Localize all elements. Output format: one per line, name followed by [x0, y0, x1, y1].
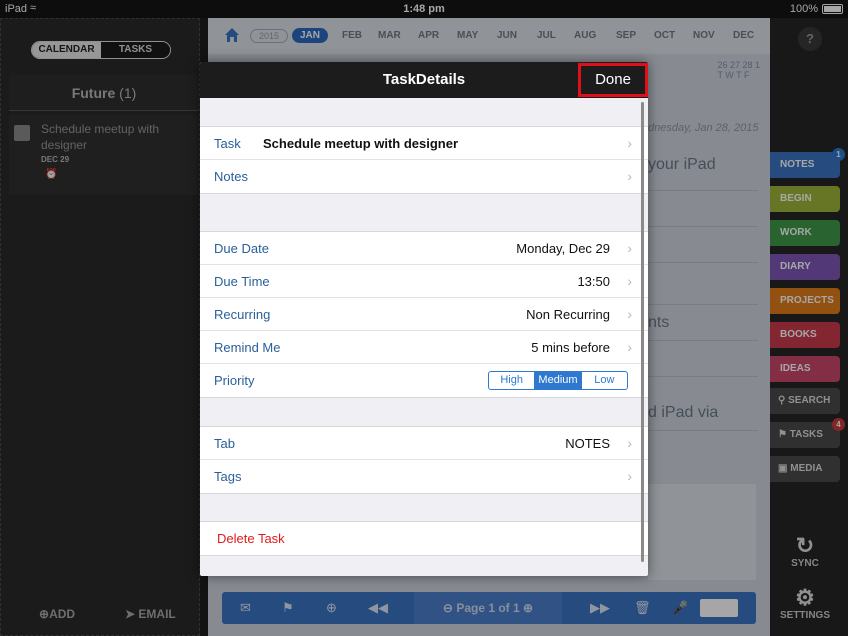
task-details-modal: TaskDetails Done Task Schedule meetup wi… [200, 62, 648, 576]
due-date-label: Due Date [214, 241, 269, 256]
priority-high[interactable]: High [489, 372, 534, 389]
remind-me-label: Remind Me [214, 340, 281, 355]
chevron-right-icon: › [627, 135, 632, 151]
notes-label: Notes [214, 169, 248, 184]
recurring-row[interactable]: Recurring Non Recurring › [200, 298, 648, 331]
priority-low[interactable]: Low [580, 372, 627, 389]
tags-label: Tags [214, 469, 242, 484]
remind-me-row[interactable]: Remind Me 5 mins before › [200, 331, 648, 364]
task-label: Task [214, 136, 241, 151]
notes-row[interactable]: Notes › [200, 160, 648, 193]
chevron-right-icon: › [627, 273, 632, 289]
recurring-value: Non Recurring [526, 307, 610, 322]
chevron-right-icon: › [627, 240, 632, 256]
chevron-right-icon: › [627, 435, 632, 451]
priority-row: Priority High Medium Low [200, 364, 648, 397]
done-button[interactable]: Done [578, 63, 648, 97]
tags-row[interactable]: Tags › [200, 460, 648, 493]
priority-label: Priority [214, 373, 255, 388]
tab-row[interactable]: Tab NOTES › [200, 427, 648, 460]
schedule-group: Due Date Monday, Dec 29 › Due Time 13:50… [200, 231, 648, 398]
task-row[interactable]: Task Schedule meetup with designer › [200, 127, 648, 160]
delete-task-button[interactable]: Delete Task [200, 522, 648, 555]
scrollbar[interactable] [641, 102, 644, 562]
due-date-row[interactable]: Due Date Monday, Dec 29 › [200, 232, 648, 265]
due-time-row[interactable]: Due Time 13:50 › [200, 265, 648, 298]
recurring-label: Recurring [214, 307, 271, 322]
due-time-value: 13:50 [577, 274, 610, 289]
delete-group: Delete Task [200, 521, 648, 556]
organization-group: Tab NOTES › Tags › [200, 426, 648, 494]
priority-segmented-control[interactable]: High Medium Low [488, 371, 628, 390]
delete-task-label: Delete Task [217, 531, 285, 546]
chevron-right-icon: › [627, 468, 632, 484]
priority-medium[interactable]: Medium [534, 372, 581, 389]
modal-header: TaskDetails Done [200, 62, 648, 98]
task-group: Task Schedule meetup with designer › Not… [200, 126, 648, 194]
due-date-value: Monday, Dec 29 [516, 241, 610, 256]
chevron-right-icon: › [627, 168, 632, 184]
remind-me-value: 5 mins before [531, 340, 610, 355]
chevron-right-icon: › [627, 306, 632, 322]
chevron-right-icon: › [627, 339, 632, 355]
tab-value: NOTES [565, 436, 610, 451]
tab-label: Tab [214, 436, 235, 451]
due-time-label: Due Time [214, 274, 270, 289]
task-value: Schedule meetup with designer [263, 136, 459, 151]
